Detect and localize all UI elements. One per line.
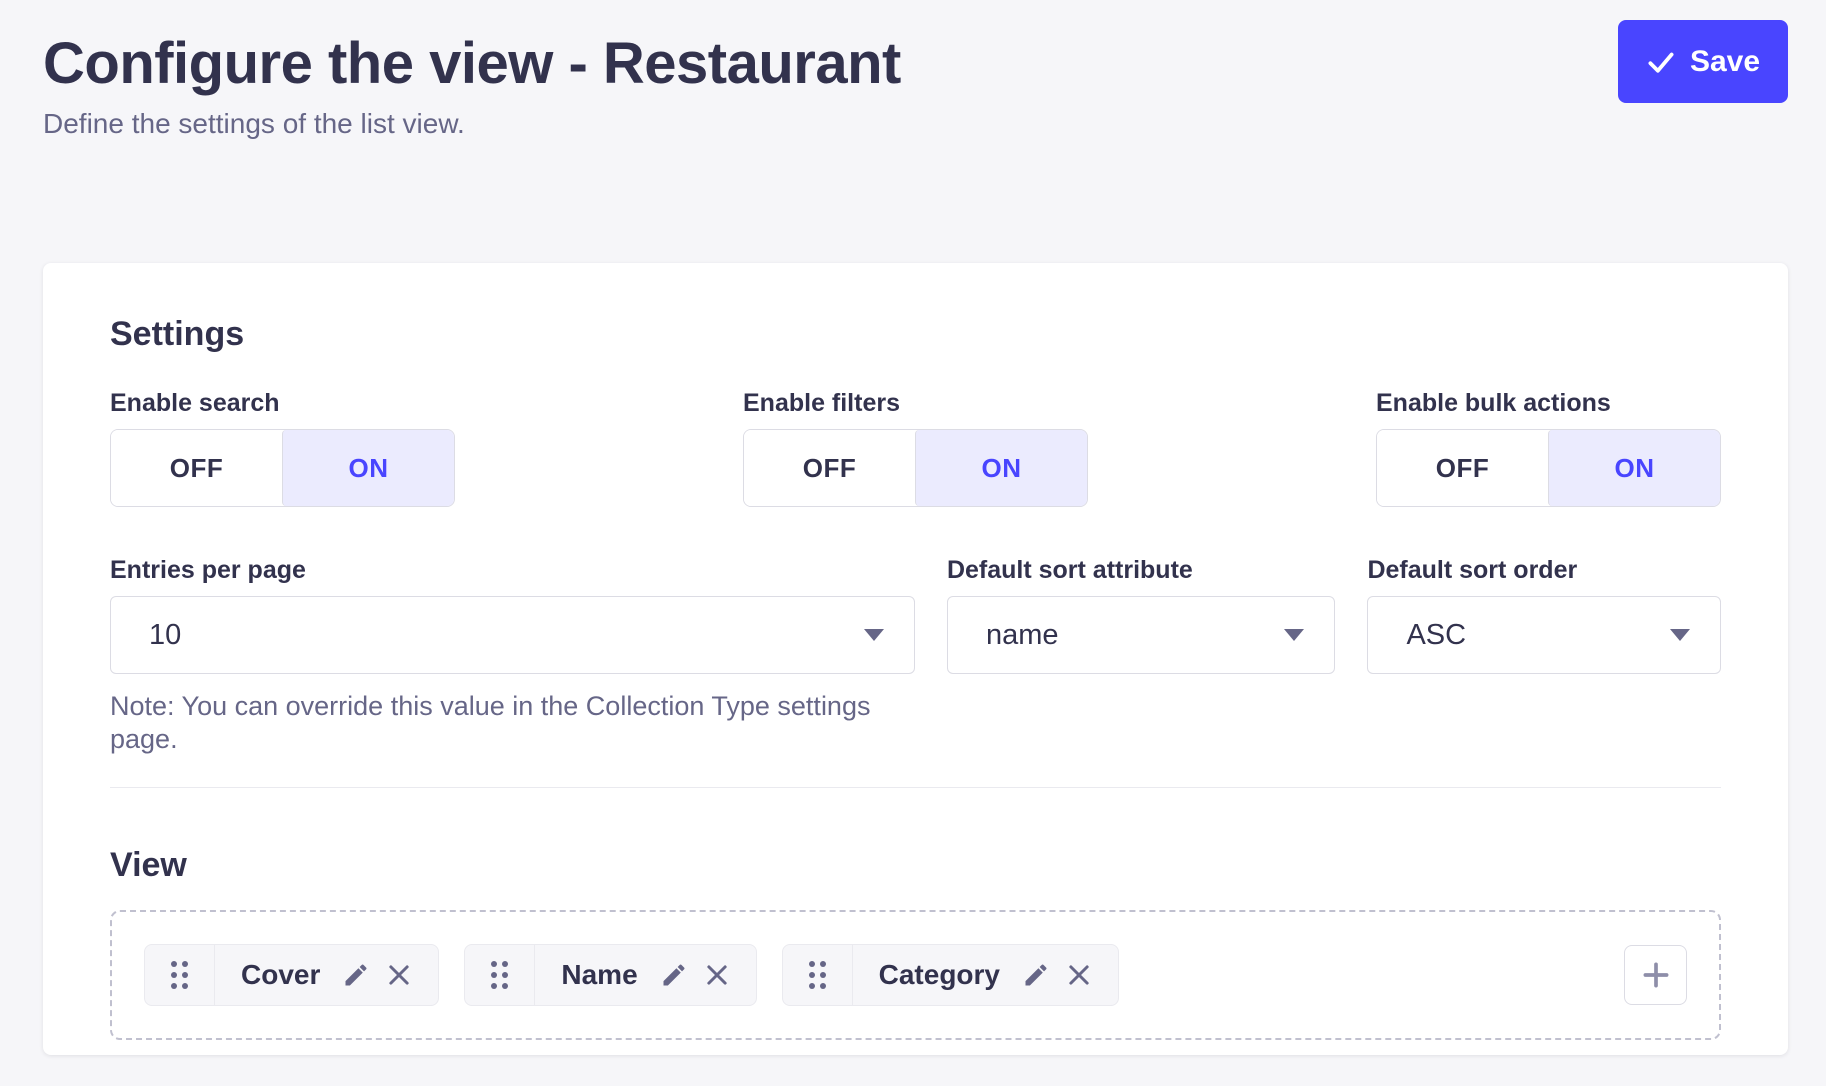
entries-per-page-value: 10 bbox=[149, 619, 181, 652]
default-sort-attribute-field: Default sort attribute name bbox=[947, 558, 1336, 755]
view-columns-dropzone[interactable]: Cover Name bbox=[110, 910, 1721, 1040]
enable-filters-toggle: OFF ON bbox=[743, 429, 1088, 507]
check-icon bbox=[1646, 47, 1676, 77]
drag-handle[interactable] bbox=[783, 945, 853, 1005]
view-column-chip-cover[interactable]: Cover bbox=[144, 944, 439, 1006]
enable-bulk-actions-toggle: OFF ON bbox=[1376, 429, 1721, 507]
enable-search-field: Enable search OFF ON bbox=[110, 391, 455, 507]
entries-per-page-field: Entries per page 10 Note: You can overri… bbox=[110, 558, 915, 755]
chevron-down-icon bbox=[864, 629, 884, 641]
enable-bulk-actions-on-button[interactable]: ON bbox=[1548, 430, 1720, 506]
view-column-chip-category[interactable]: Category bbox=[782, 944, 1119, 1006]
default-sort-attribute-select[interactable]: name bbox=[947, 596, 1336, 674]
enable-bulk-actions-label: Enable bulk actions bbox=[1376, 391, 1721, 416]
settings-heading: Settings bbox=[110, 317, 1721, 351]
add-column-button[interactable] bbox=[1624, 945, 1687, 1005]
default-sort-order-label: Default sort order bbox=[1367, 558, 1721, 583]
remove-column-button[interactable] bbox=[1064, 945, 1094, 1005]
drag-handle[interactable] bbox=[465, 945, 535, 1005]
page-header-text: Configure the view - Restaurant Define t… bbox=[43, 20, 901, 142]
save-button[interactable]: Save bbox=[1618, 20, 1788, 103]
pencil-icon bbox=[660, 961, 688, 989]
drag-handle-icon bbox=[809, 961, 815, 967]
enable-filters-label: Enable filters bbox=[743, 391, 1088, 416]
enable-search-off-button[interactable]: OFF bbox=[111, 430, 282, 506]
pencil-icon bbox=[342, 961, 370, 989]
chip-label: Cover bbox=[215, 945, 320, 1005]
default-sort-order-select[interactable]: ASC bbox=[1367, 596, 1721, 674]
chevron-down-icon bbox=[1670, 629, 1690, 641]
drag-handle-icon bbox=[491, 961, 497, 967]
plus-icon bbox=[1639, 958, 1673, 992]
page-header: Configure the view - Restaurant Define t… bbox=[43, 20, 1788, 142]
entries-per-page-note: Note: You can override this value in the… bbox=[110, 690, 915, 755]
drag-handle-icon bbox=[171, 961, 177, 967]
section-divider bbox=[110, 787, 1721, 788]
configure-view-page: Configure the view - Restaurant Define t… bbox=[0, 0, 1826, 1086]
pencil-icon bbox=[1022, 961, 1050, 989]
enable-search-on-button[interactable]: ON bbox=[282, 430, 454, 506]
close-icon bbox=[1064, 960, 1094, 990]
edit-column-button[interactable] bbox=[1022, 945, 1050, 1005]
chip-label: Category bbox=[853, 945, 1000, 1005]
save-button-label: Save bbox=[1690, 45, 1760, 79]
enable-filters-on-button[interactable]: ON bbox=[915, 430, 1087, 506]
default-sort-attribute-value: name bbox=[986, 619, 1059, 652]
enable-search-toggle: OFF ON bbox=[110, 429, 455, 507]
chip-label: Name bbox=[535, 945, 637, 1005]
entries-per-page-select[interactable]: 10 bbox=[110, 596, 915, 674]
entries-per-page-label: Entries per page bbox=[110, 558, 915, 583]
close-icon bbox=[384, 960, 414, 990]
view-settings-card: Settings Enable search OFF ON Enable fil… bbox=[43, 263, 1788, 1055]
view-column-chip-name[interactable]: Name bbox=[464, 944, 756, 1006]
page-subtitle: Define the settings of the list view. bbox=[43, 106, 901, 142]
settings-toggle-row: Enable search OFF ON Enable filters OFF … bbox=[110, 391, 1721, 507]
chevron-down-icon bbox=[1284, 629, 1304, 641]
drag-handle[interactable] bbox=[145, 945, 215, 1005]
enable-filters-off-button[interactable]: OFF bbox=[744, 430, 915, 506]
default-sort-order-field: Default sort order ASC bbox=[1367, 558, 1721, 755]
remove-column-button[interactable] bbox=[384, 945, 414, 1005]
enable-search-label: Enable search bbox=[110, 391, 455, 416]
edit-column-button[interactable] bbox=[342, 945, 370, 1005]
enable-bulk-actions-off-button[interactable]: OFF bbox=[1377, 430, 1548, 506]
enable-bulk-actions-field: Enable bulk actions OFF ON bbox=[1376, 391, 1721, 507]
default-sort-attribute-label: Default sort attribute bbox=[947, 558, 1336, 583]
edit-column-button[interactable] bbox=[660, 945, 688, 1005]
remove-column-button[interactable] bbox=[702, 945, 732, 1005]
settings-selects-row: Entries per page 10 Note: You can overri… bbox=[110, 558, 1721, 755]
close-icon bbox=[702, 960, 732, 990]
enable-filters-field: Enable filters OFF ON bbox=[743, 391, 1088, 507]
page-title: Configure the view - Restaurant bbox=[43, 32, 901, 96]
view-heading: View bbox=[110, 848, 1721, 882]
default-sort-order-value: ASC bbox=[1406, 619, 1466, 652]
